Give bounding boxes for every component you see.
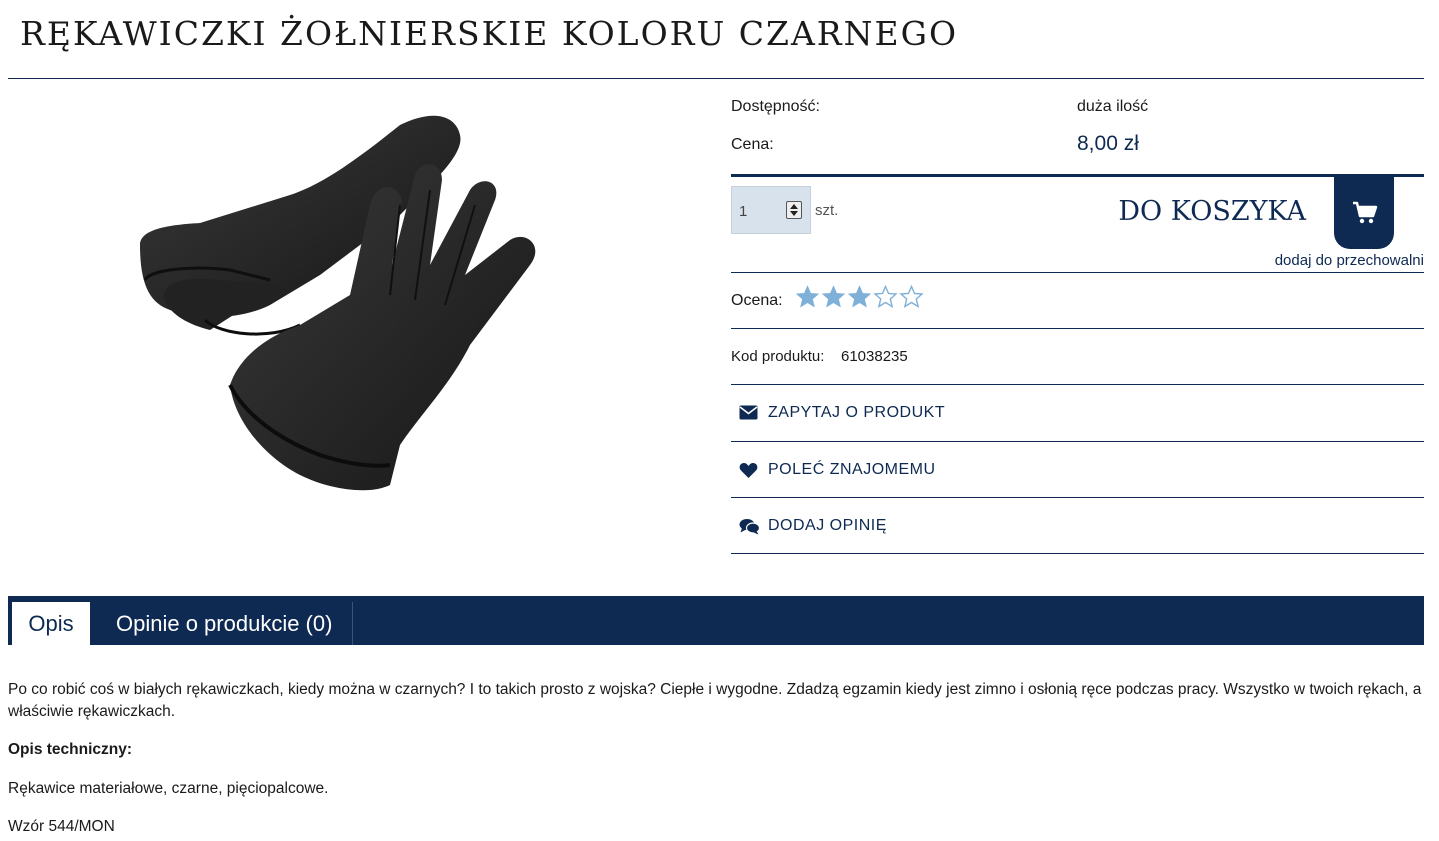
increment-icon[interactable] [790,204,798,209]
quantity-stepper [731,186,811,234]
quantity-unit: szt. [815,202,839,219]
star-empty-icon[interactable] [899,285,924,309]
divider [731,384,1424,385]
comments-icon [739,518,761,540]
product-title: RĘKAWICZKI ŻOŁNIERSKIE KOLORU CZARNEGO [20,14,959,53]
divider [731,497,1424,498]
quantity-spin-buttons[interactable] [786,201,802,219]
rating-label: Ocena: [731,292,783,309]
star-filled-icon[interactable] [847,285,872,309]
envelope-icon [739,405,758,425]
add-review-link[interactable]: DODAJ OPINIĘ [739,517,1039,539]
decrement-icon[interactable] [790,211,798,216]
divider [731,328,1424,329]
rating-stars[interactable] [795,285,924,309]
add-review-label: DODAJ OPINIĘ [768,517,887,534]
recommend-to-friend-label: POLEĆ ZNAJOMEMU [768,461,936,478]
star-filled-icon[interactable] [821,285,846,309]
price-divider [731,174,1424,177]
tech-text: Rękawice materiałowe, czarne, pięciopalc… [8,780,329,797]
quantity-input[interactable] [739,201,779,221]
product-code-value: 61038235 [841,348,908,365]
divider [731,553,1424,554]
title-divider [8,78,1424,79]
tab-reviews[interactable]: Opinie o produkcie (0) [96,602,354,645]
description-intro: Po co robić coś w białych rękawiczkach, … [8,681,1422,720]
star-filled-icon[interactable] [795,285,820,309]
tech-heading: Opis techniczny: [8,739,1428,761]
recommend-to-friend-link[interactable]: POLEĆ ZNAJOMEMU [739,461,1039,483]
availability-value: duża ilość [1077,98,1149,115]
add-to-cart-label[interactable]: DO KOSZYKA [1118,196,1306,227]
add-to-storage-link[interactable]: dodaj do przechowalni [1275,252,1424,269]
product-image[interactable] [70,95,640,510]
price-label: Cena: [731,136,774,153]
star-empty-icon[interactable] [873,285,898,309]
gloves-illustration [140,115,536,491]
product-code-label: Kod produktu: [731,348,825,365]
tech-heading-text: Opis techniczny: [8,741,133,758]
price-value: 8,00 zł [1077,132,1139,155]
tab-description[interactable]: Opis [12,602,90,645]
heart-icon [739,462,758,484]
product-tabs: Opis Opinie o produkcie (0) [8,596,1424,645]
pattern-text: Wzór 544/MON [8,818,115,835]
divider [731,441,1424,442]
availability-label: Dostępność: [731,98,820,115]
add-to-cart-button[interactable] [1334,177,1394,249]
ask-about-product-link[interactable]: ZAPYTAJ O PRODUKT [739,404,1039,426]
divider [731,272,1424,273]
shopping-cart-icon [1353,201,1378,224]
ask-about-product-label: ZAPYTAJ O PRODUKT [768,404,946,421]
